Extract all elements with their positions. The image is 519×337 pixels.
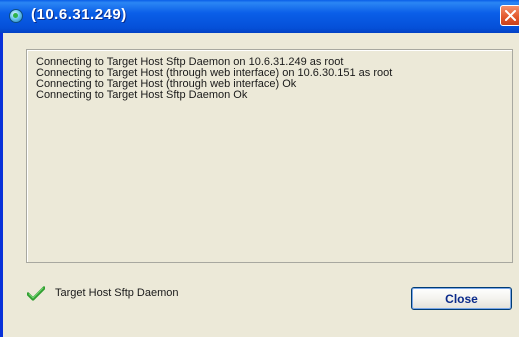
dialog-window: (10.6.31.249) Connecting to Target Host … <box>0 0 519 337</box>
close-icon[interactable] <box>500 5 519 26</box>
title-bar[interactable]: (10.6.31.249) <box>0 0 519 33</box>
close-button[interactable]: Close <box>411 287 512 310</box>
log-panel[interactable]: Connecting to Target Host Sftp Daemon on… <box>26 49 513 263</box>
app-icon <box>9 9 23 23</box>
status-label: Target Host Sftp Daemon <box>55 287 179 299</box>
log-line: Connecting to Target Host Sftp Daemon Ok <box>36 89 248 101</box>
check-icon <box>27 286 45 301</box>
window-title: (10.6.31.249) <box>31 6 127 23</box>
